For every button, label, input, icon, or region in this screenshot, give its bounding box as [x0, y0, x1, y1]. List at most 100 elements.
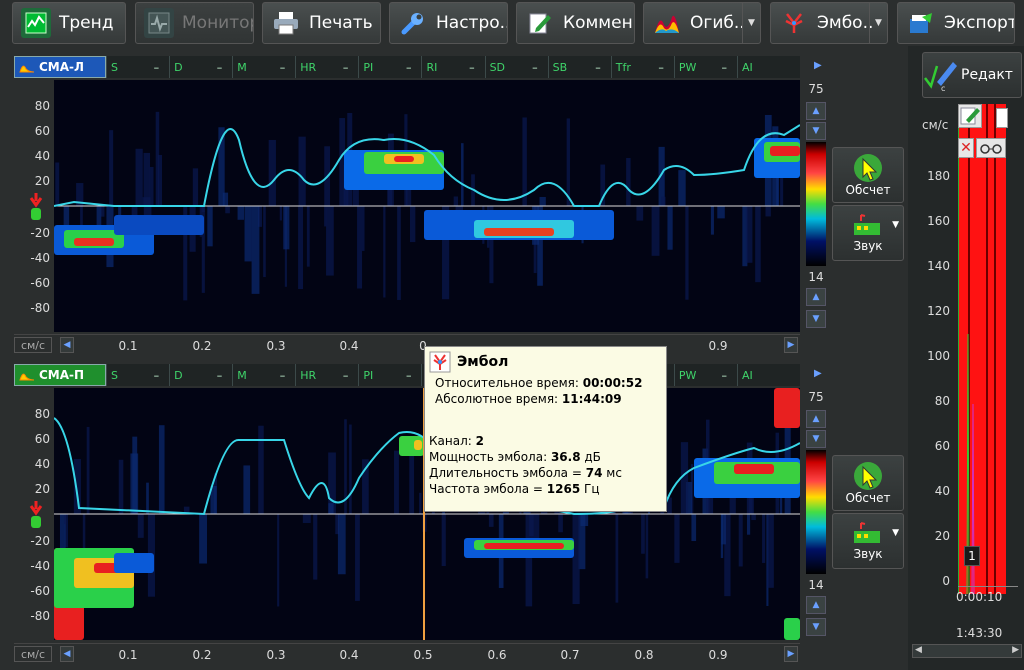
- y-tick-label: 80: [34, 99, 50, 113]
- param-value: –: [216, 60, 223, 74]
- param-label: HR: [300, 60, 317, 74]
- channel-2-sound-button[interactable]: Звук ▼: [832, 513, 904, 569]
- x-tick-label: 0.5: [413, 648, 433, 662]
- channel-2-range-up-icon[interactable]: ▲: [806, 596, 826, 614]
- channel-1-color-scale: [806, 142, 826, 266]
- param-value: –: [342, 368, 349, 382]
- channel-1-gain-column: 75 ▲ ▼ 14 ▲ ▼: [802, 80, 828, 332]
- tooltip-frequency: Частота эмбола = 1265 Гц: [429, 482, 600, 496]
- trend-marker-box[interactable]: [996, 108, 1008, 128]
- red-marker-icon[interactable]: [28, 501, 44, 531]
- red-marker-icon[interactable]: [28, 193, 44, 223]
- x-tick-label: 0.2: [192, 648, 212, 662]
- tooltip-title: Эмбол: [457, 354, 509, 370]
- param-label: M: [237, 60, 247, 74]
- x-tick-label: 0.1: [118, 339, 138, 353]
- comments-label: Коммен..: [563, 13, 634, 33]
- embolus-tooltip: Эмбол Относительное время: 00:00:52 Абсо…: [424, 346, 667, 512]
- y-tick-label: 20: [34, 482, 50, 496]
- edit-button[interactable]: с Редакт: [922, 52, 1022, 98]
- channel-1-spectrogram[interactable]: [54, 80, 800, 332]
- trend-button[interactable]: Тренд: [12, 2, 126, 44]
- glasses-icon[interactable]: [976, 138, 1006, 158]
- y-tick-label: -80: [30, 609, 50, 623]
- param-ri: RI –: [421, 56, 484, 78]
- trend-y-tick: 80: [934, 394, 950, 408]
- channel-1-gain-down-icon[interactable]: ▼: [806, 122, 826, 140]
- tooltip-channel: Канал: 2: [429, 434, 484, 448]
- channel-2-name[interactable]: СМА-П: [14, 364, 106, 386]
- channel-1-name[interactable]: СМА-Л: [14, 56, 106, 78]
- y-tick-label: -60: [30, 276, 50, 290]
- channel-1-scroll-left-icon[interactable]: ◀: [60, 337, 74, 353]
- trend-marker-label: 1: [964, 546, 980, 566]
- channel-1-scroll-right-icon[interactable]: ▶: [784, 337, 798, 353]
- y-tick-label: -40: [30, 251, 50, 265]
- param-pi: PI –: [358, 364, 421, 386]
- monitor-button[interactable]: Монитор: [135, 2, 254, 44]
- param-label: AI: [741, 60, 753, 74]
- channel-1-range-up-icon[interactable]: ▲: [806, 288, 826, 306]
- settings-label: Настро..: [436, 13, 508, 33]
- export-button[interactable]: Экспорт: [897, 2, 1015, 44]
- trend-y-tick: 0: [942, 574, 950, 588]
- channel-2-params-scroll-icon[interactable]: ▶: [814, 368, 824, 379]
- trend-note-icon[interactable]: [958, 104, 982, 128]
- channel-1-recalc-button[interactable]: Обсчет: [832, 147, 904, 203]
- param-label: S: [111, 60, 118, 74]
- channel-1-gain-up-icon[interactable]: ▲: [806, 102, 826, 120]
- x-tick-label: 0.1: [118, 648, 138, 662]
- trend-scroll-left-icon[interactable]: ◀: [915, 645, 922, 655]
- param-pi: PI –: [358, 56, 421, 78]
- monitor-label: Монитор: [182, 13, 254, 33]
- channel-1-sound-button[interactable]: Звук ▼: [832, 205, 904, 261]
- channel-2-gain-up-icon[interactable]: ▲: [806, 410, 826, 428]
- settings-button[interactable]: Настро..: [389, 2, 508, 44]
- y-tick-label: -40: [30, 559, 50, 573]
- sound-dropdown-arrow[interactable]: ▼: [892, 528, 899, 538]
- param-value: –: [532, 60, 538, 74]
- param-pw: PW –: [673, 56, 737, 78]
- param-label: Tfr: [615, 60, 631, 74]
- trend-y-tick: 120: [927, 304, 950, 318]
- param-value: –: [721, 368, 727, 382]
- param-label: S: [111, 368, 118, 382]
- channel-2-scale-bottom: 14: [808, 578, 824, 592]
- emboli-label: Эмбо..: [817, 13, 874, 33]
- channel-2-recalc-button[interactable]: Обсчет: [832, 455, 904, 511]
- channel-2-range-down-icon[interactable]: ▼: [806, 618, 826, 636]
- trend-y-tick: 100: [927, 349, 950, 363]
- trend-y-tick: 140: [927, 259, 950, 273]
- sound-dropdown-arrow[interactable]: ▼: [892, 220, 899, 230]
- param-label: D: [174, 60, 183, 74]
- channel-2-color-scale: [806, 450, 826, 574]
- trend-scrollbar[interactable]: ◀ ▶: [912, 644, 1022, 658]
- channel-2-scroll-left-icon[interactable]: ◀: [60, 646, 74, 662]
- channel-1-range-down-icon[interactable]: ▼: [806, 310, 826, 328]
- channel-2-gain-down-icon[interactable]: ▼: [806, 430, 826, 448]
- y-tick-label: 40: [34, 149, 50, 163]
- edit-note-icon: [525, 8, 555, 38]
- param-d: D –: [169, 56, 232, 78]
- envelope-dropdown-arrow[interactable]: ▼: [742, 3, 760, 43]
- envelope-button[interactable]: Огиб.. ▼: [643, 2, 761, 44]
- emboli-dropdown-arrow[interactable]: ▼: [869, 3, 887, 43]
- recalc-cursor-icon: [854, 154, 882, 182]
- trend-label: Тренд: [59, 13, 114, 33]
- comments-button[interactable]: Коммен..: [516, 2, 635, 44]
- trend-icon: [21, 8, 51, 38]
- channel-2-scroll-right-icon[interactable]: ▶: [784, 646, 798, 662]
- channel-1-unit-label: см/с: [14, 337, 52, 353]
- emboli-button[interactable]: Эмбо.. ▼: [770, 2, 888, 44]
- waveform-icon: [19, 373, 35, 381]
- param-s: S –: [106, 364, 169, 386]
- channel-1-params-scroll-icon[interactable]: ▶: [814, 60, 824, 71]
- delete-icon[interactable]: ✕: [958, 138, 974, 158]
- trend-scroll-right-icon[interactable]: ▶: [1012, 645, 1019, 655]
- trend-chart[interactable]: [958, 104, 1006, 595]
- print-button[interactable]: Печать: [262, 2, 381, 44]
- trend-y-tick: 20: [934, 529, 950, 543]
- param-m: M –: [232, 364, 295, 386]
- tooltip-abs-time: Абсолютное время: 11:44:09: [435, 392, 622, 406]
- wrench-icon: [398, 8, 428, 38]
